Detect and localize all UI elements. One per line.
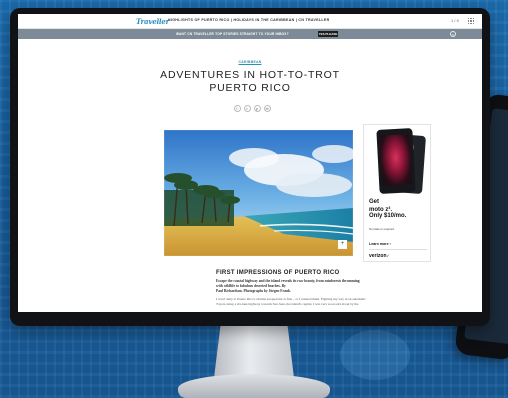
newsletter-promo-text: WANT CN TRAVELLER TOP STORIES STRAIGHT T… bbox=[176, 32, 289, 36]
article-paragraph: I won't deny it. Puerto Rico's charms es… bbox=[216, 297, 366, 307]
monitor-screen: Traveller HIGHLIGHTS OF PUERTO RICO | HO… bbox=[18, 14, 482, 312]
monitor-stand-base bbox=[178, 374, 330, 398]
facebook-icon[interactable]: f bbox=[233, 105, 241, 112]
sidebar-advert[interactable]: Get moto z³. Only $10/mo. No trade-in re… bbox=[363, 124, 431, 262]
site-header: Traveller HIGHLIGHTS OF PUERTO RICO | HO… bbox=[18, 14, 482, 29]
article-body: FIRST IMPRESSIONS OF PUERTO RICO Escape … bbox=[216, 270, 366, 307]
ad-headline-line-2: moto z³. Only $10/mo. bbox=[369, 207, 407, 219]
newsletter-signup-button[interactable]: YES PLEASE bbox=[318, 31, 338, 37]
expand-icon[interactable]: + bbox=[338, 240, 347, 249]
ad-learn-more-link[interactable]: Learn more › bbox=[369, 242, 391, 246]
ad-headline-line-1: Get bbox=[369, 199, 380, 205]
phone-front-illustration bbox=[376, 128, 416, 194]
ad-brand-logo: verizon✓ bbox=[369, 253, 390, 259]
article-byline: Paul Richardson. Photographs by Jürgen F… bbox=[216, 289, 291, 293]
email-icon[interactable]: ✉ bbox=[263, 105, 271, 112]
twitter-icon[interactable]: t bbox=[243, 105, 251, 112]
gallery-page-indicator: 1 / 9 bbox=[451, 18, 459, 23]
article-standfirst: Escape the coastal highway and the islan… bbox=[216, 279, 360, 288]
monitor-bezel: Traveller HIGHLIGHTS OF PUERTO RICO | HO… bbox=[10, 8, 490, 326]
share-buttons: f t p ✉ bbox=[232, 105, 272, 113]
newsletter-promo-bar: WANT CN TRAVELLER TOP STORIES STRAIGHT T… bbox=[18, 29, 482, 39]
monitor-stand-neck bbox=[214, 326, 294, 378]
page-title-bar: HIGHLIGHTS OF PUERTO RICO | HOLIDAYS IN … bbox=[168, 18, 330, 22]
article-subheading: FIRST IMPRESSIONS OF PUERTO RICO bbox=[216, 270, 340, 276]
article-headline: ADVENTURES IN HOT-TO-TROT PUERTO RICO bbox=[160, 69, 340, 94]
section-label[interactable]: CARIBBEAN bbox=[18, 60, 482, 64]
ad-divider bbox=[369, 249, 427, 250]
grid-menu-icon[interactable] bbox=[468, 18, 474, 24]
beach-illustration bbox=[164, 130, 353, 256]
pinterest-icon[interactable]: p bbox=[253, 105, 261, 112]
background-bokeh bbox=[340, 330, 410, 380]
ad-fine-print: No trade-in required. bbox=[369, 227, 395, 231]
close-icon[interactable]: × bbox=[450, 31, 456, 37]
hero-beach-photo[interactable]: + bbox=[164, 130, 353, 256]
site-logo[interactable]: Traveller bbox=[136, 16, 169, 27]
